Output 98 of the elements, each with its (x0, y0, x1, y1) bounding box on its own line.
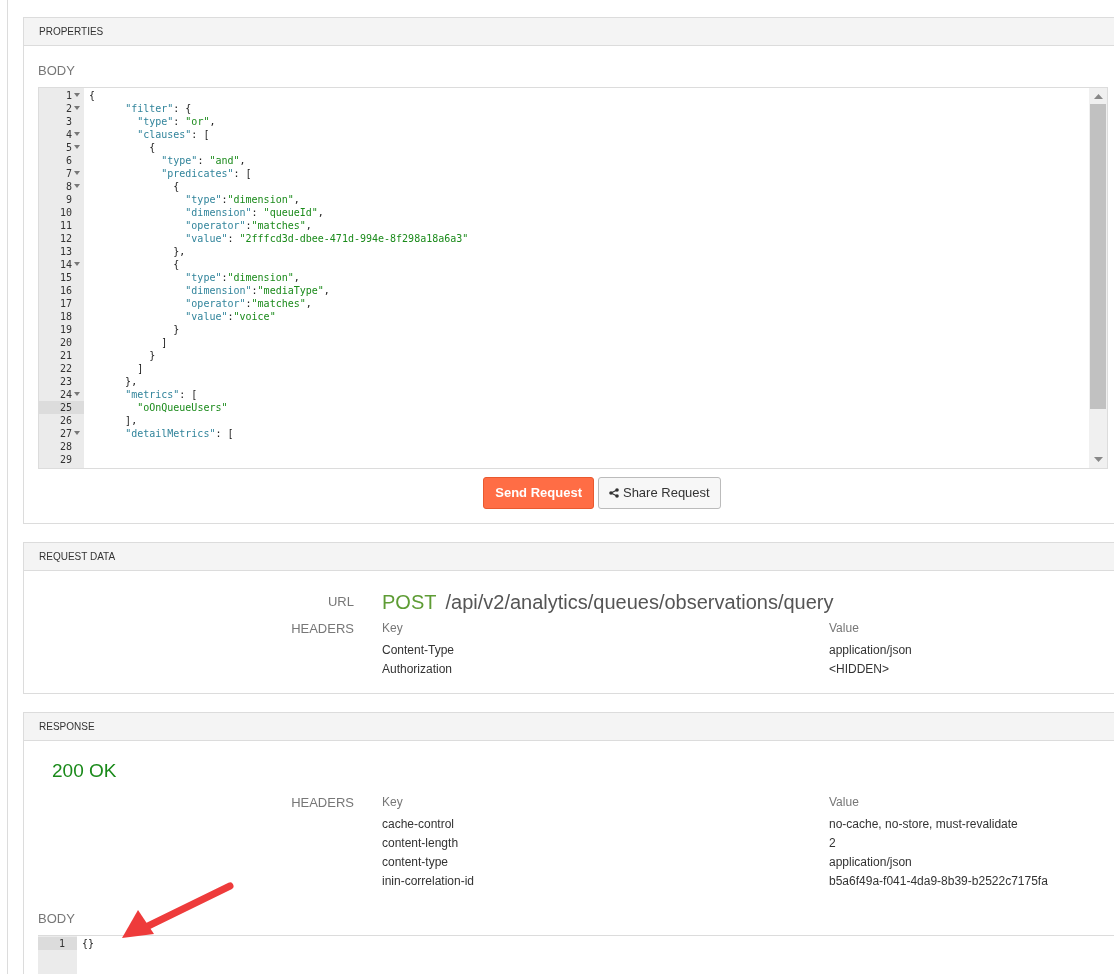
header-value: <HIDDEN> (829, 660, 890, 678)
fold-caret-icon[interactable] (73, 171, 80, 175)
code-line: } (172, 322, 180, 336)
line-number: 29 (58, 452, 73, 466)
header-value: application/json (829, 641, 912, 659)
fold-caret-icon[interactable] (73, 184, 80, 188)
line-number: 28 (58, 439, 73, 453)
response-body-editor[interactable]: 1 {} (38, 934, 1114, 974)
share-icon (608, 487, 619, 498)
section-title: REQUEST DATA (39, 549, 116, 564)
code-line: "oOnQueueUsers" (136, 400, 228, 414)
fold-caret-icon[interactable] (73, 392, 80, 396)
header-value: no-cache, no-store, must-revalidate (829, 816, 1018, 833)
line-number: 11 (58, 218, 73, 232)
share-request-button[interactable]: Share Request (597, 476, 721, 509)
code-line: "value":"voice" (184, 309, 276, 323)
code-line: } (148, 348, 156, 362)
code-line: { (172, 179, 180, 193)
line-number: 10 (58, 205, 73, 219)
column-heading: Value (829, 794, 859, 811)
code-line: "type":"dimension", (184, 270, 300, 284)
code-line: "metrics": [ (124, 387, 198, 401)
code-line: ] (160, 335, 168, 349)
line-number: 15 (58, 270, 73, 284)
code-line: "type":"dimension", (184, 192, 300, 206)
body-label: BODY (38, 911, 75, 926)
code-line: {} (81, 936, 95, 950)
header-key: content-type (382, 853, 829, 872)
line-number: 8 (39, 179, 84, 193)
code-line: "predicates": [ (160, 166, 252, 180)
headers-label: HEADERS (291, 620, 354, 636)
header-value: application/json (829, 854, 912, 871)
scrollbar-thumb[interactable] (1090, 103, 1106, 409)
header-key: inin-correlation-id (382, 872, 829, 891)
code-line: { (88, 88, 96, 102)
line-number: 1 (39, 88, 84, 102)
fold-caret-icon[interactable] (73, 132, 80, 136)
header-value: 2 (829, 835, 836, 852)
code-line: }, (172, 244, 186, 258)
line-number: 17 (58, 296, 73, 310)
code-line: "operator":"matches", (184, 218, 312, 232)
request-path: /api/v2/analytics/queues/observations/query (445, 589, 834, 615)
line-number: 5 (39, 140, 84, 154)
code-line: }, (124, 374, 138, 388)
line-number: 23 (58, 374, 73, 388)
header-value: b5a6f49a-f041-4da9-8b39-b2522c7175fa (829, 873, 1048, 890)
code-line: ], (124, 413, 138, 427)
code-line: "dimension":"mediaType", (184, 283, 330, 297)
line-number: 6 (64, 153, 73, 167)
header-key: content-length (382, 834, 829, 853)
body-label: BODY (38, 62, 76, 80)
line-number: 19 (58, 322, 73, 336)
line-number: 20 (58, 335, 73, 349)
line-number: 27 (39, 426, 84, 440)
scroll-up-icon[interactable] (1093, 93, 1103, 99)
code-line: "operator":"matches", (184, 296, 312, 310)
line-number: 22 (58, 361, 73, 375)
code-line: "type": "or", (136, 114, 216, 128)
code-line: "filter": { (124, 101, 192, 115)
line-number: 16 (58, 283, 73, 297)
url-label: URL (328, 593, 354, 609)
code-line: "dimension": "queueId", (184, 205, 324, 219)
column-heading: Value (829, 619, 859, 637)
fold-caret-icon[interactable] (73, 106, 80, 110)
code-line: "type": "and", (160, 153, 246, 167)
line-number: 18 (58, 309, 73, 323)
line-number: 14 (39, 257, 84, 271)
header-key: Content-Type (382, 640, 829, 660)
code-line: "clauses": [ (136, 127, 210, 141)
line-number: 4 (39, 127, 84, 141)
line-number: 3 (64, 114, 73, 128)
line-number: 13 (58, 244, 73, 258)
fold-caret-icon[interactable] (73, 262, 80, 266)
column-heading: Key (382, 619, 404, 637)
line-number: 9 (64, 192, 73, 206)
line-number: 24 (39, 387, 84, 401)
code-line: { (148, 140, 156, 154)
code-line: "detailMetrics": [ (124, 426, 234, 440)
fold-caret-icon[interactable] (73, 93, 80, 97)
header-key: cache-control (382, 815, 829, 834)
fold-caret-icon[interactable] (73, 145, 80, 149)
header-key: Authorization (382, 659, 829, 679)
code-line: { (172, 257, 180, 271)
section-title: PROPERTIES (39, 25, 104, 39)
http-method: POST (382, 589, 437, 615)
line-number: 26 (58, 413, 73, 427)
scroll-down-icon[interactable] (1093, 456, 1103, 462)
code-line: "value": "2fffcd3d-dbee-471d-994e-8f298a18a6a3" (184, 231, 469, 245)
line-number: 21 (58, 348, 73, 362)
status-code: 200 OK (52, 759, 117, 781)
section-title: RESPONSE (39, 719, 95, 734)
column-heading: Key (382, 794, 404, 811)
line-number: 2 (39, 101, 84, 115)
code-line: ] (136, 361, 144, 375)
headers-label: HEADERS (291, 795, 354, 810)
line-number: 7 (39, 166, 84, 180)
line-number: 12 (58, 231, 73, 245)
fold-caret-icon[interactable] (73, 431, 80, 435)
